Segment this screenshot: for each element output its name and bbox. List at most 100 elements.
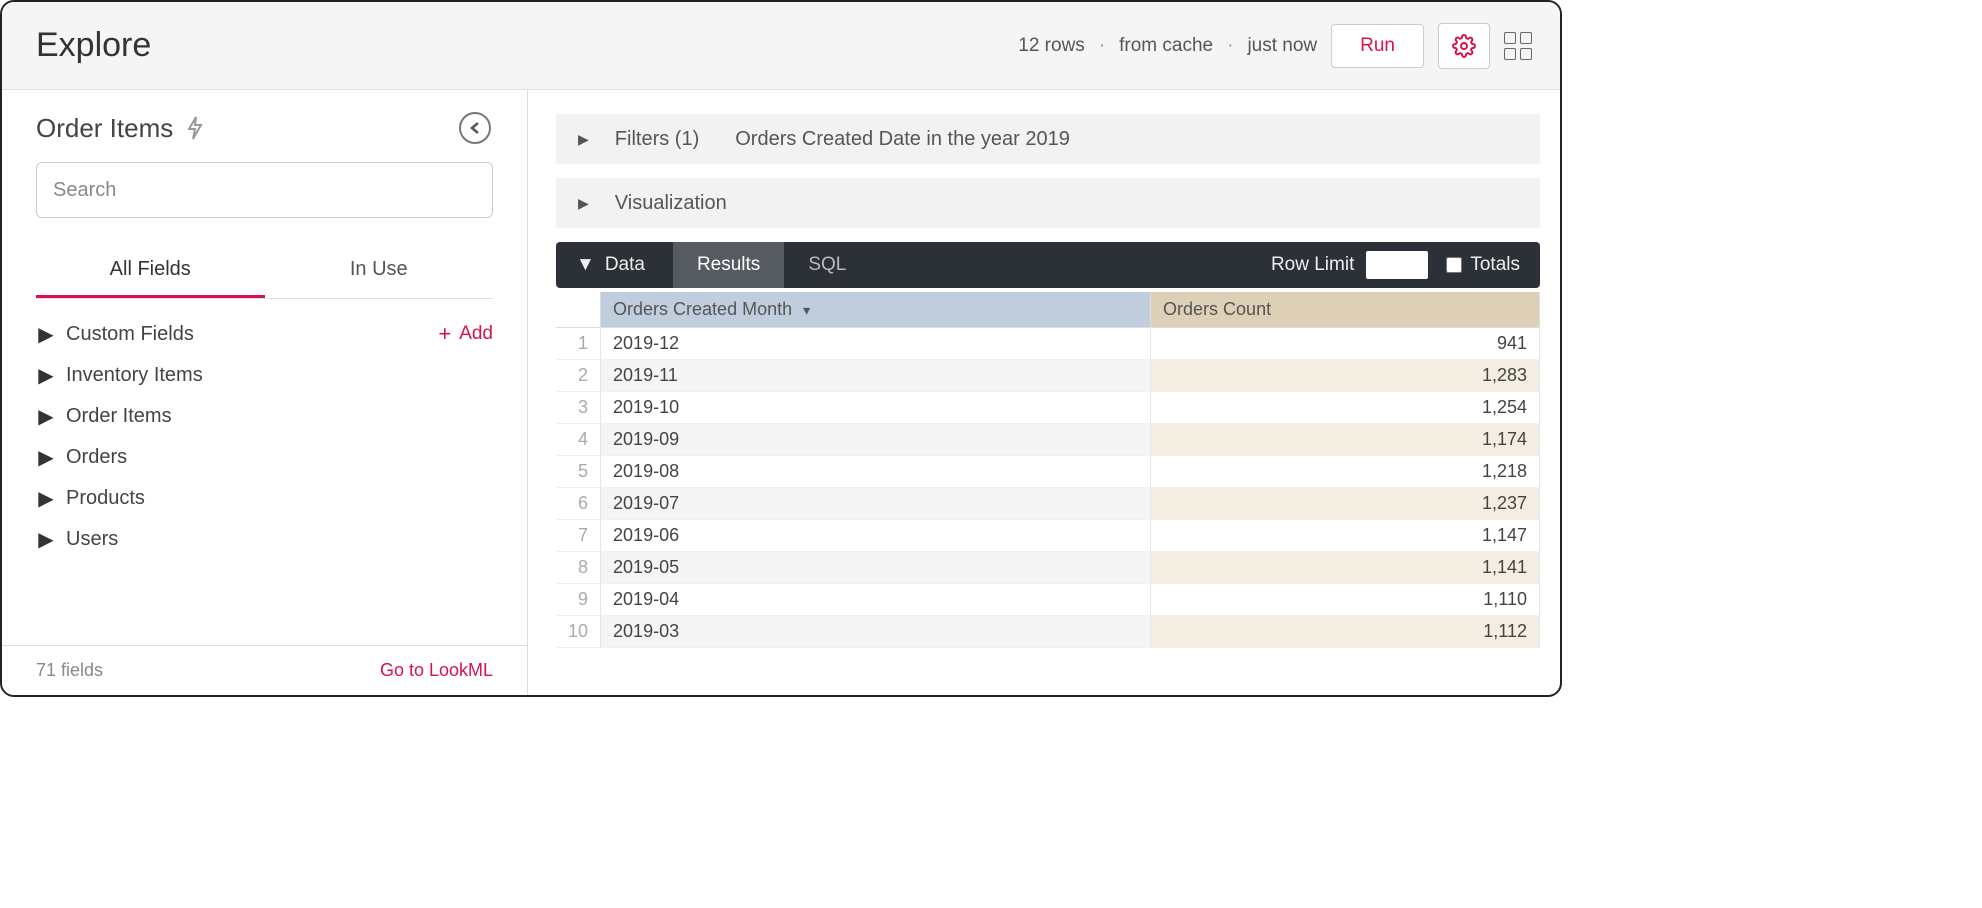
caret-right-icon: ▶ <box>578 131 589 148</box>
cell-measure[interactable]: 1,110 <box>1151 584 1540 616</box>
data-section-toggle[interactable]: ▼ Data <box>576 254 673 276</box>
cell-dimension[interactable]: 2019-10 <box>601 392 1151 424</box>
cell-dimension[interactable]: 2019-08 <box>601 456 1151 488</box>
topbar-right: 12 rows · from cache · just now Run <box>1018 23 1532 69</box>
go-to-lookml-link[interactable]: Go to LookML <box>380 660 493 681</box>
cell-measure[interactable]: 1,254 <box>1151 392 1540 424</box>
field-group-orders[interactable]: ▶ Orders <box>36 437 493 478</box>
filters-section-header[interactable]: ▶ Filters (1) Orders Created Date in the… <box>556 114 1540 164</box>
row-number: 7 <box>556 520 601 552</box>
caret-right-icon: ▶ <box>36 486 56 511</box>
table-row[interactable]: 82019-051,141 <box>556 552 1540 584</box>
table-row[interactable]: 42019-091,174 <box>556 424 1540 456</box>
row-number: 5 <box>556 456 601 488</box>
cell-dimension[interactable]: 2019-06 <box>601 520 1151 552</box>
cell-dimension[interactable]: 2019-12 <box>601 328 1151 360</box>
row-number: 2 <box>556 360 601 392</box>
cell-measure[interactable]: 1,283 <box>1151 360 1540 392</box>
tab-sql[interactable]: SQL <box>784 242 870 288</box>
cell-measure[interactable]: 1,237 <box>1151 488 1540 520</box>
field-group-custom-fields[interactable]: ▶ Custom Fields + Add <box>36 313 493 355</box>
field-picker-header: Order Items <box>2 90 527 154</box>
tab-in-use[interactable]: In Use <box>265 246 494 298</box>
cell-measure[interactable]: 1,147 <box>1151 520 1540 552</box>
field-group-label: Order Items <box>66 405 172 428</box>
visualization-section-header[interactable]: ▶ Visualization <box>556 178 1540 228</box>
field-picker-footer: 71 fields Go to LookML <box>2 645 527 695</box>
settings-button[interactable] <box>1438 23 1490 69</box>
gear-icon <box>1452 34 1476 58</box>
cell-dimension[interactable]: 2019-03 <box>601 616 1151 648</box>
explore-window: Explore 12 rows · from cache · just now … <box>0 0 1562 697</box>
results-panel: ▶ Filters (1) Orders Created Date in the… <box>528 90 1560 695</box>
status-source: from cache <box>1119 35 1213 57</box>
table-row[interactable]: 102019-031,112 <box>556 616 1540 648</box>
body-split: Order Items All Fields In Use <box>2 90 1560 695</box>
column-header-label: Orders Count <box>1163 299 1271 319</box>
row-limit-label: Row Limit <box>1271 254 1354 276</box>
collapse-panel-button[interactable] <box>459 112 491 144</box>
field-group-users[interactable]: ▶ Users <box>36 519 493 560</box>
rownum-header <box>556 292 601 328</box>
field-group-label: Products <box>66 487 145 510</box>
row-number: 8 <box>556 552 601 584</box>
grid-square-icon <box>1504 48 1516 60</box>
explore-name: Order Items <box>36 113 173 144</box>
field-group-products[interactable]: ▶ Products <box>36 478 493 519</box>
data-table-wrap[interactable]: Orders Created Month ▾ Orders Count 1201… <box>556 292 1540 695</box>
table-row[interactable]: 32019-101,254 <box>556 392 1540 424</box>
cell-dimension[interactable]: 2019-05 <box>601 552 1151 584</box>
run-button[interactable]: Run <box>1331 24 1424 68</box>
cell-dimension[interactable]: 2019-09 <box>601 424 1151 456</box>
table-row[interactable]: 72019-061,147 <box>556 520 1540 552</box>
cell-measure[interactable]: 941 <box>1151 328 1540 360</box>
grid-square-icon <box>1520 48 1532 60</box>
tab-results[interactable]: Results <box>673 242 784 288</box>
cell-dimension[interactable]: 2019-11 <box>601 360 1151 392</box>
caret-right-icon: ▶ <box>36 527 56 552</box>
column-header-measure[interactable]: Orders Count <box>1151 292 1540 328</box>
page-title: Explore <box>36 26 151 65</box>
table-row[interactable]: 22019-111,283 <box>556 360 1540 392</box>
search-input[interactable] <box>36 162 493 218</box>
cell-measure[interactable]: 1,112 <box>1151 616 1540 648</box>
status-rows: 12 rows <box>1018 35 1085 57</box>
cell-dimension[interactable]: 2019-04 <box>601 584 1151 616</box>
row-number: 3 <box>556 392 601 424</box>
column-header-dimension[interactable]: Orders Created Month ▾ <box>601 292 1151 328</box>
table-row[interactable]: 92019-041,110 <box>556 584 1540 616</box>
table-row[interactable]: 12019-12941 <box>556 328 1540 360</box>
add-custom-field-button[interactable]: + Add <box>438 321 493 347</box>
cell-dimension[interactable]: 2019-07 <box>601 488 1151 520</box>
row-number: 1 <box>556 328 601 360</box>
table-row[interactable]: 62019-071,237 <box>556 488 1540 520</box>
caret-right-icon: ▶ <box>36 363 56 388</box>
field-tabs: All Fields In Use <box>36 246 493 299</box>
field-group-label: Users <box>66 528 118 551</box>
lightning-icon <box>185 115 205 141</box>
plus-icon: + <box>438 321 451 347</box>
visualization-label: Visualization <box>615 192 727 215</box>
chevron-left-icon <box>469 121 481 135</box>
table-row[interactable]: 52019-081,218 <box>556 456 1540 488</box>
data-toolbar: ▼ Data Results SQL Row Limit Totals <box>556 242 1540 288</box>
data-table: Orders Created Month ▾ Orders Count 1201… <box>556 292 1540 648</box>
tab-all-fields[interactable]: All Fields <box>36 246 265 298</box>
grid-square-icon <box>1520 32 1532 44</box>
field-list: ▶ Custom Fields + Add ▶ Inventory Items … <box>2 299 527 645</box>
query-status: 12 rows · from cache · just now <box>1018 35 1317 57</box>
totals-checkbox[interactable] <box>1446 257 1462 273</box>
field-group-label: Orders <box>66 446 127 469</box>
row-number: 4 <box>556 424 601 456</box>
cell-measure[interactable]: 1,174 <box>1151 424 1540 456</box>
field-group-order-items[interactable]: ▶ Order Items <box>36 396 493 437</box>
filters-label: Filters (1) <box>615 128 699 151</box>
topbar: Explore 12 rows · from cache · just now … <box>2 2 1560 90</box>
status-separator: · <box>1099 35 1105 57</box>
dashboard-grid-button[interactable] <box>1504 32 1532 60</box>
field-group-inventory-items[interactable]: ▶ Inventory Items <box>36 355 493 396</box>
cell-measure[interactable]: 1,218 <box>1151 456 1540 488</box>
cell-measure[interactable]: 1,141 <box>1151 552 1540 584</box>
field-picker-panel: Order Items All Fields In Use <box>2 90 528 695</box>
row-limit-input[interactable] <box>1366 251 1428 279</box>
